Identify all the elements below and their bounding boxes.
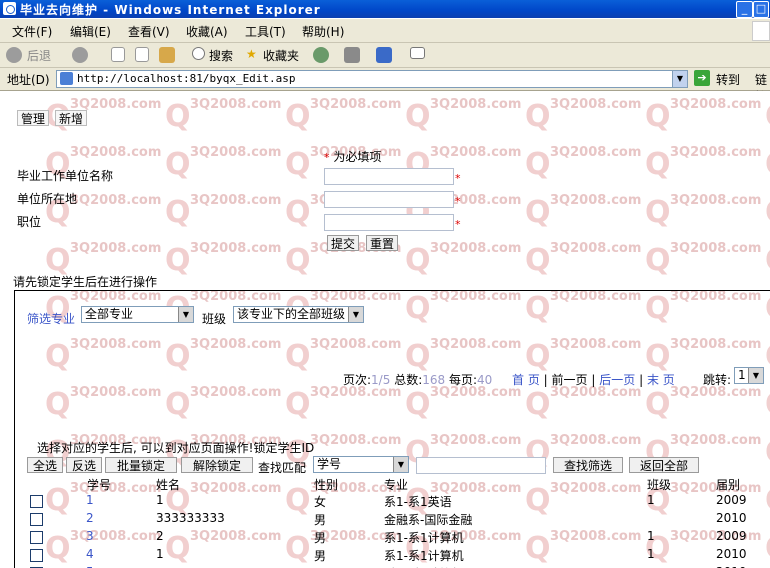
address-label: 地址(D) (7, 73, 50, 87)
windows-logo-icon (752, 21, 770, 41)
cell-class: 1 (647, 493, 655, 507)
cell-name: 1 (156, 493, 164, 507)
toolbar: 后退 搜索 ★ 收藏夹 (0, 43, 770, 68)
cell-id[interactable]: 4 (86, 547, 94, 561)
maximize-button[interactable]: □ (753, 1, 769, 18)
discuss-icon[interactable] (410, 47, 425, 59)
menu-view[interactable]: 查看(V) (128, 23, 170, 40)
cell-name: 2 (156, 529, 164, 543)
page-icon (60, 72, 73, 85)
star-icon[interactable]: ★ (246, 47, 257, 61)
address-url: http://localhost:81/byqx_Edit.asp (77, 72, 296, 85)
menu-edit[interactable]: 编辑(E) (70, 23, 111, 40)
cell-id[interactable]: 1 (86, 493, 94, 507)
go-label: 转到 (716, 73, 741, 87)
cell-id[interactable]: 3 (86, 529, 94, 543)
page-content: 3Q2008.comQ3Q2008.comQ3Q2008.comQ3Q2008.… (0, 91, 770, 568)
edit-icon[interactable] (376, 47, 392, 63)
cell-major: 金融系-国际金融 (384, 513, 473, 527)
address-input[interactable]: http://localhost:81/byqx_Edit.asp ▼ (56, 70, 688, 88)
favorites-button[interactable]: 收藏夹 (263, 47, 299, 64)
back-button[interactable]: 后退 (27, 47, 51, 64)
cell-gender: 女 (314, 495, 327, 509)
history-icon[interactable] (313, 47, 329, 63)
menu-file[interactable]: 文件(F) (12, 23, 52, 40)
home-icon[interactable] (159, 47, 175, 63)
cell-year: 2009 (716, 493, 747, 507)
cell-name: 333333333 (156, 511, 225, 525)
cell-class: 1 (647, 529, 655, 543)
title-bar: 毕业去向维护 - Windows Internet Explorer _ □ (0, 0, 770, 18)
cell-id[interactable]: 2 (86, 511, 94, 525)
row-checkbox[interactable] (30, 549, 43, 562)
address-bar: 地址(D) http://localhost:81/byqx_Edit.asp … (0, 68, 770, 104)
student-table: 1 1 女 系1-系1英语 1 2009 2 333333333 男 金融系-国际金融 2010 3 2… (0, 91, 770, 568)
cell-year: 2010 (716, 547, 747, 561)
row-checkbox[interactable] (30, 495, 43, 508)
print-icon[interactable] (344, 47, 360, 63)
row-checkbox[interactable] (30, 513, 43, 526)
window-title: 毕业去向维护 - Windows Internet Explorer (20, 3, 321, 17)
row-checkbox[interactable] (30, 531, 43, 544)
cell-class: 1 (647, 547, 655, 561)
menu-favorites[interactable]: 收藏(A) (186, 23, 228, 40)
refresh-icon[interactable] (135, 47, 149, 62)
ie-icon (3, 2, 16, 15)
search-button[interactable]: 搜索 (209, 47, 233, 64)
stop-icon[interactable] (111, 47, 125, 62)
cell-name: 1 (156, 547, 164, 561)
cell-gender: 男 (314, 549, 327, 563)
back-arrow-icon[interactable] (6, 47, 22, 63)
cell-major: 系1-系1计算机 (384, 549, 464, 563)
cell-gender: 男 (314, 531, 327, 545)
menu-tools[interactable]: 工具(T) (245, 23, 286, 40)
menu-help[interactable]: 帮助(H) (302, 23, 344, 40)
menu-bar: 文件(F) 编辑(E) 查看(V) 收藏(A) 工具(T) 帮助(H) (0, 19, 770, 43)
cell-year: 2009 (716, 529, 747, 543)
forward-arrow-icon[interactable] (72, 47, 88, 63)
cell-major: 系1-系1英语 (384, 495, 452, 509)
cell-major: 系1-系1计算机 (384, 531, 464, 545)
minimize-button[interactable]: _ (736, 1, 753, 18)
search-icon[interactable] (192, 47, 205, 60)
cell-year: 2010 (716, 511, 747, 525)
go-arrow-icon: ➔ (694, 70, 710, 86)
address-dropdown-icon[interactable]: ▼ (672, 71, 687, 87)
cell-gender: 男 (314, 513, 327, 527)
